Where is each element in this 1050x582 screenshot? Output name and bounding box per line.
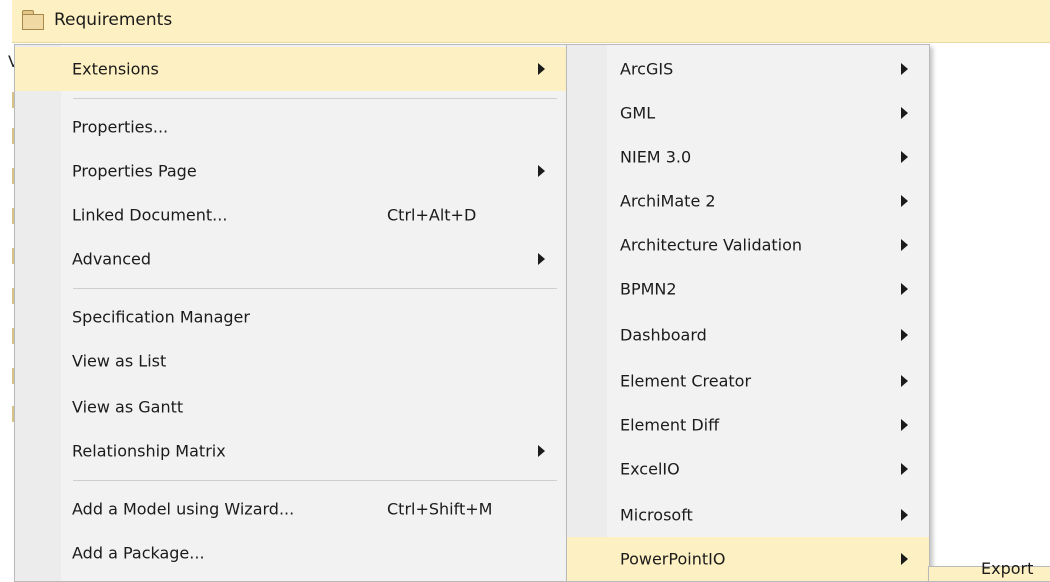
submenu-arrow-icon	[901, 63, 908, 75]
menu-item-label: Architecture Validation	[620, 235, 803, 255]
menu-item-label: Linked Document...	[72, 205, 228, 225]
menu-item-specification-manager[interactable]: Specification Manager	[15, 295, 567, 339]
submenu-arrow-icon	[901, 463, 908, 475]
submenu-item-microsoft[interactable]: Microsoft	[567, 493, 929, 537]
extensions-submenu: ArcGIS GML NIEM 3.0 ArchiMate 2 Architec…	[566, 44, 930, 582]
context-menu: Extensions Properties... Properties Page…	[14, 44, 568, 582]
menu-item-label: Properties Page	[72, 161, 197, 181]
menu-separator	[73, 288, 557, 289]
menu-item-label: Element Creator	[620, 371, 752, 391]
package-title: Requirements	[54, 10, 173, 30]
submenu-arrow-icon	[901, 195, 908, 207]
folder-icon	[22, 10, 44, 30]
submenu-arrow-icon	[538, 63, 545, 75]
submenu-arrow-icon	[901, 419, 908, 431]
menu-item-label: Properties...	[72, 117, 169, 137]
menu-item-label: Microsoft	[620, 505, 693, 525]
menu-item-add-package[interactable]: Add a Package...	[15, 531, 567, 575]
menu-item-label: View as List	[72, 351, 167, 371]
menu-item-label: Relationship Matrix	[72, 441, 226, 461]
menu-item-relationship-matrix[interactable]: Relationship Matrix	[15, 429, 567, 473]
menu-item-label: BPMN2	[620, 279, 677, 299]
menu-item-label: Element Diff	[620, 415, 720, 435]
menu-item-linked-document[interactable]: Linked Document... Ctrl+Alt+D	[15, 193, 567, 237]
menu-item-label: Add a Package...	[72, 543, 205, 563]
submenu-arrow-icon	[901, 283, 908, 295]
submenu-item-bpmn2[interactable]: BPMN2	[567, 267, 929, 311]
submenu-arrow-icon	[538, 165, 545, 177]
menu-item-label: ExcelIO	[620, 459, 680, 479]
submenu-item-niem[interactable]: NIEM 3.0	[567, 135, 929, 179]
submenu-item-architecture-validation[interactable]: Architecture Validation	[567, 223, 929, 267]
menu-item-properties[interactable]: Properties...	[15, 105, 567, 149]
submenu-arrow-icon	[538, 253, 545, 265]
menu-item-label: Add a Model using Wizard...	[72, 499, 295, 519]
menu-item-add-model-wizard[interactable]: Add a Model using Wizard... Ctrl+Shift+M	[15, 487, 567, 531]
menu-item-label: GML	[620, 103, 656, 123]
submenu-arrow-icon	[901, 239, 908, 251]
submenu-arrow-icon	[538, 445, 545, 457]
submenu-item-export[interactable]: Export	[929, 559, 1050, 581]
submenu-arrow-icon	[901, 107, 908, 119]
menu-item-shortcut: Ctrl+Shift+M	[387, 499, 493, 519]
menu-item-label: PowerPointIO	[620, 549, 726, 569]
menu-item-label: Specification Manager	[72, 307, 250, 327]
menu-item-label: View as Gantt	[72, 397, 184, 417]
menu-item-label: Dashboard	[620, 325, 707, 345]
menu-item-extensions[interactable]: Extensions	[15, 47, 567, 91]
submenu-item-element-diff[interactable]: Element Diff	[567, 403, 929, 447]
submenu-item-element-creator[interactable]: Element Creator	[567, 359, 929, 403]
menu-item-label: Export	[981, 559, 1034, 578]
menu-item-shortcut: Ctrl+Alt+D	[387, 205, 477, 225]
menu-item-view-as-gantt[interactable]: View as Gantt	[15, 385, 567, 429]
menu-item-label: NIEM 3.0	[620, 147, 692, 167]
menu-item-label: Advanced	[72, 249, 152, 269]
submenu-arrow-icon	[901, 553, 908, 565]
submenu-item-powerpointio[interactable]: PowerPointIO	[567, 537, 929, 581]
menu-separator	[73, 98, 557, 99]
submenu-item-arcgis[interactable]: ArcGIS	[567, 47, 929, 91]
menu-item-properties-page[interactable]: Properties Page	[15, 149, 567, 193]
submenu-item-archimate[interactable]: ArchiMate 2	[567, 179, 929, 223]
menu-item-advanced[interactable]: Advanced	[15, 237, 567, 281]
menu-item-view-as-list[interactable]: View as List	[15, 339, 567, 383]
submenu-arrow-icon	[901, 329, 908, 341]
submenu-item-excelio[interactable]: ExcelIO	[567, 447, 929, 491]
menu-item-label: ArchiMate 2	[620, 191, 716, 211]
menu-item-label: Extensions	[72, 59, 159, 79]
submenu-item-dashboard[interactable]: Dashboard	[567, 313, 929, 357]
submenu-item-gml[interactable]: GML	[567, 91, 929, 135]
menu-item-label: ArcGIS	[620, 59, 674, 79]
menu-separator	[73, 480, 557, 481]
package-header[interactable]: Requirements	[12, 0, 1050, 43]
submenu-arrow-icon	[901, 375, 908, 387]
submenu-arrow-icon	[901, 509, 908, 521]
submenu-arrow-icon	[901, 151, 908, 163]
